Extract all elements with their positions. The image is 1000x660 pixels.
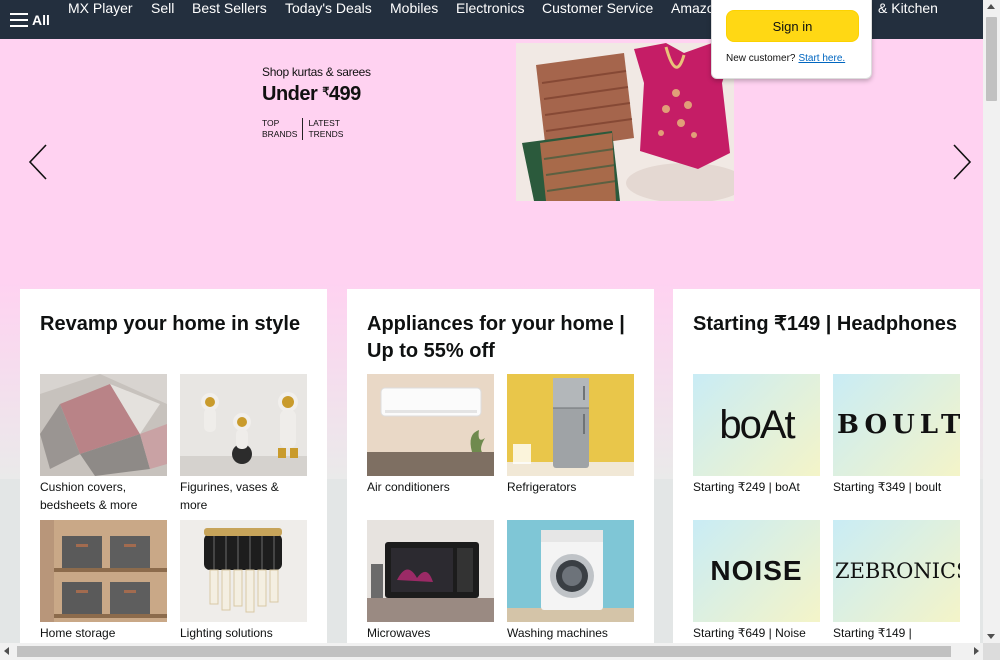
tile-caption: Microwaves bbox=[367, 626, 431, 640]
tile-cushion-covers[interactable]: Cushion covers, bedsheets & more bbox=[40, 374, 167, 514]
nav-link-home-kitchen[interactable]: & Kitchen bbox=[878, 0, 938, 16]
hamburger-icon bbox=[10, 12, 28, 27]
tile-air-conditioners[interactable]: Air conditioners bbox=[367, 374, 494, 496]
new-customer-label: New customer? bbox=[726, 53, 796, 64]
sign-in-button[interactable]: Sign in bbox=[726, 10, 859, 42]
tile-caption: Figurines, vases & more bbox=[180, 480, 279, 512]
tile-caption: Starting ₹249 | boAt bbox=[693, 480, 800, 494]
nav-link-sell[interactable]: Sell bbox=[151, 0, 174, 16]
hero-tag-divider bbox=[302, 118, 304, 140]
tile-caption: Air conditioners bbox=[367, 480, 450, 494]
tile-caption: Lighting solutions bbox=[180, 626, 273, 640]
scroll-right-icon[interactable] bbox=[974, 647, 979, 655]
tile-figurines[interactable]: Figurines, vases & more bbox=[180, 374, 307, 514]
tile-noise[interactable]: NOISE Starting ₹649 | Noise bbox=[693, 520, 820, 642]
tile-caption: Starting ₹649 | Noise bbox=[693, 626, 806, 640]
microwave-image bbox=[367, 520, 494, 622]
refrigerator-image bbox=[507, 374, 634, 476]
tile-caption: Home storage bbox=[40, 626, 116, 640]
tile-boult[interactable]: BOULT Starting ₹349 | boult bbox=[833, 374, 960, 496]
lighting-image bbox=[180, 520, 307, 622]
zebronics-logo-text: ZEBRONICS bbox=[835, 559, 960, 583]
zebronics-brand-image: ZEBRONICS bbox=[833, 520, 960, 622]
boult-logo-text: BOULT bbox=[837, 410, 960, 440]
nav-link-customer-service[interactable]: Customer Service bbox=[542, 0, 653, 16]
scroll-down-icon[interactable] bbox=[987, 634, 995, 639]
figurines-image bbox=[180, 374, 307, 476]
hero-tag-line: TOP bbox=[262, 118, 280, 128]
card-revamp-home: Revamp your home in style Cushion covers… bbox=[20, 289, 327, 649]
tile-caption: Washing machines bbox=[507, 626, 608, 640]
tile-caption: Starting ₹349 | boult bbox=[833, 480, 942, 494]
card-title: Appliances for your home | Up to 55% off bbox=[367, 313, 625, 362]
page: All MX Player Sell Best Sellers Today's … bbox=[0, 0, 1000, 660]
all-menu-label: All bbox=[32, 11, 50, 28]
nav-link-best-sellers[interactable]: Best Sellers bbox=[192, 0, 267, 16]
air-conditioner-image bbox=[367, 374, 494, 476]
tile-zebronics[interactable]: ZEBRONICS Starting ₹149 | bbox=[833, 520, 960, 642]
start-here-link[interactable]: Start here. bbox=[798, 53, 845, 64]
hero-tag-line: TRENDS bbox=[308, 129, 344, 139]
boat-logo-text: boAt bbox=[719, 402, 795, 447]
boult-brand-image: BOULT bbox=[833, 374, 960, 476]
tile-boat[interactable]: boAt Starting ₹249 | boAt bbox=[693, 374, 820, 496]
card-title: Revamp your home in style bbox=[40, 313, 301, 335]
hero-product-image bbox=[516, 43, 734, 201]
horizontal-scrollbar[interactable] bbox=[0, 643, 983, 660]
tile-caption: Starting ₹149 | bbox=[833, 626, 912, 640]
scroll-left-icon[interactable] bbox=[4, 647, 9, 655]
washing-machine-image bbox=[507, 520, 634, 622]
tile-home-storage[interactable]: Home storage bbox=[40, 520, 167, 642]
nav-link-mobiles[interactable]: Mobiles bbox=[390, 0, 438, 16]
hero-price-prefix: Under bbox=[262, 83, 323, 105]
horizontal-scroll-thumb[interactable] bbox=[17, 646, 951, 657]
hero-tag-top-brands: TOP BRANDS bbox=[262, 118, 302, 140]
vertical-scroll-thumb[interactable] bbox=[986, 17, 997, 101]
new-customer-text: New customer? Start here. bbox=[726, 53, 845, 64]
all-menu-button[interactable]: All bbox=[10, 0, 50, 39]
noise-brand-image: NOISE bbox=[693, 520, 820, 622]
noise-logo: NOISE bbox=[693, 520, 820, 622]
tile-caption: Cushion covers, bedsheets & more bbox=[40, 480, 138, 512]
tile-washing-machines[interactable]: Washing machines bbox=[507, 520, 634, 642]
hero-tag-line: BRANDS bbox=[262, 129, 298, 139]
vertical-scrollbar[interactable] bbox=[983, 0, 1000, 643]
hero-tag-latest-trends: LATEST TRENDS bbox=[308, 118, 348, 140]
carousel-prev-button[interactable] bbox=[24, 142, 54, 182]
hero-text: Shop kurtas & sarees Under ₹499 TOP BRAN… bbox=[262, 65, 371, 140]
scrollbar-corner bbox=[983, 643, 1000, 660]
tile-microwaves[interactable]: Microwaves bbox=[367, 520, 494, 642]
zebronics-logo: ZEBRONICS bbox=[833, 520, 960, 622]
hero-tags: TOP BRANDS LATEST TRENDS bbox=[262, 118, 371, 140]
boult-logo: BOULT bbox=[833, 374, 960, 476]
nav-link-todays-deals[interactable]: Today's Deals bbox=[285, 0, 372, 16]
cushion-covers-image bbox=[40, 374, 167, 476]
boat-brand-image: boAt bbox=[693, 374, 820, 476]
chevron-left-icon bbox=[28, 144, 47, 180]
nav-link-amazon[interactable]: Amazo bbox=[671, 0, 715, 16]
hero-tag-line: LATEST bbox=[308, 118, 340, 128]
card-headphones: Starting ₹149 | Headphones boAt Starting… bbox=[673, 289, 980, 649]
scroll-up-icon[interactable] bbox=[987, 4, 995, 9]
nav-link-mx-player[interactable]: MX Player bbox=[68, 0, 133, 16]
hero-subtitle: Shop kurtas & sarees bbox=[262, 65, 371, 79]
noise-logo-text: NOISE bbox=[710, 555, 803, 586]
boat-logo: boAt bbox=[693, 374, 820, 476]
home-storage-image bbox=[40, 520, 167, 622]
carousel-next-button[interactable] bbox=[946, 142, 976, 182]
hero-price-value: 499 bbox=[328, 83, 361, 105]
chevron-right-icon bbox=[953, 144, 972, 180]
signin-popover: Sign in New customer? Start here. bbox=[711, 0, 872, 79]
card-appliances: Appliances for your home | Up to 55% off… bbox=[347, 289, 654, 649]
hero-price: Under ₹499 bbox=[262, 83, 371, 106]
tile-refrigerators[interactable]: Refrigerators bbox=[507, 374, 634, 496]
nav-link-electronics[interactable]: Electronics bbox=[456, 0, 524, 16]
card-title: Starting ₹149 | Headphones bbox=[693, 313, 957, 335]
tile-caption: Refrigerators bbox=[507, 480, 577, 494]
tile-lighting[interactable]: Lighting solutions bbox=[180, 520, 307, 642]
hero-price-currency: ₹ bbox=[322, 86, 329, 98]
